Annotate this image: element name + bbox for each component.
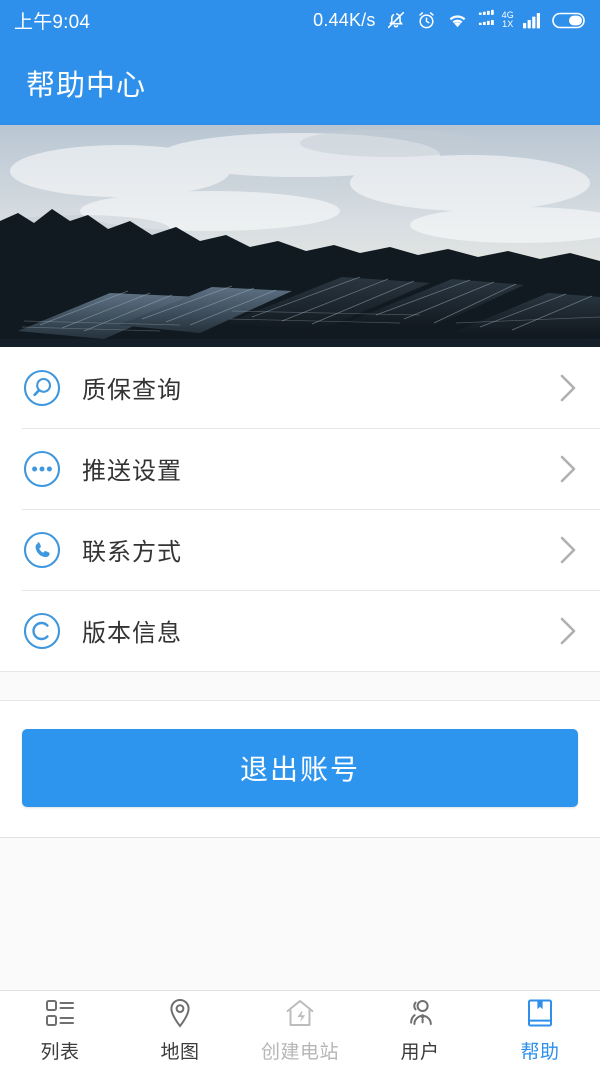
book-bookmark-icon xyxy=(521,994,559,1032)
tab-help[interactable]: 帮助 xyxy=(480,994,600,1064)
status-icons: 0.44K/s 4G 1X xyxy=(313,9,586,31)
chevron-right-icon xyxy=(558,371,578,405)
chevron-right-icon xyxy=(558,614,578,648)
network-speed: 0.44K/s xyxy=(313,9,376,30)
help-menu-list: 质保查询 推送设置 联系方式 版本信息 xyxy=(0,347,600,671)
tab-label: 帮助 xyxy=(520,1042,560,1063)
section-gap xyxy=(0,672,600,701)
page-header: 帮助中心 xyxy=(0,40,600,125)
bottom-tab-bar: 列表 地图 创建电站 用户 帮助 xyxy=(0,990,600,1067)
banner-image xyxy=(0,125,600,347)
users-info-icon xyxy=(401,994,439,1032)
page-title: 帮助中心 xyxy=(26,69,147,102)
tab-user[interactable]: 用户 xyxy=(360,994,480,1064)
tab-list[interactable]: 列表 xyxy=(0,994,120,1064)
logout-section: 退出账号 xyxy=(0,701,600,837)
chevron-right-icon xyxy=(558,533,578,567)
status-bar: 上午9:04 0.44K/s 4G 1X xyxy=(0,0,600,40)
tab-label: 创建电站 xyxy=(260,1042,339,1063)
chevron-right-icon xyxy=(558,452,578,486)
signal-4g-icon: 4G 1X xyxy=(478,9,514,31)
signal-bars-icon xyxy=(523,11,543,29)
wifi-icon xyxy=(446,10,469,30)
phone-circle-icon xyxy=(22,530,62,570)
tab-label: 地图 xyxy=(160,1042,200,1063)
menu-item-version[interactable]: 版本信息 xyxy=(0,590,600,671)
menu-item-label: 推送设置 xyxy=(82,458,182,485)
app-root: 上午9:04 0.44K/s 4G 1X 帮助中心 质保查询 推送设置 联系方式… xyxy=(0,0,600,1067)
tab-label: 用户 xyxy=(400,1042,440,1063)
menu-item-warranty[interactable]: 质保查询 xyxy=(0,347,600,428)
menu-item-push-settings[interactable]: 推送设置 xyxy=(0,428,600,509)
bell-muted-icon xyxy=(385,9,407,31)
search-circle-icon xyxy=(22,368,62,408)
map-pin-icon xyxy=(161,994,199,1032)
list-icon xyxy=(41,994,79,1032)
logout-button[interactable]: 退出账号 xyxy=(22,729,578,807)
menu-item-contact[interactable]: 联系方式 xyxy=(0,509,600,590)
tab-create-station[interactable]: 创建电站 xyxy=(240,994,360,1064)
copyright-circle-icon xyxy=(22,611,62,651)
solar-farm-illustration xyxy=(0,125,600,347)
home-bolt-icon xyxy=(281,994,319,1032)
menu-item-label: 质保查询 xyxy=(82,377,182,404)
tab-label: 列表 xyxy=(40,1042,80,1063)
battery-icon xyxy=(552,11,586,30)
status-time: 上午9:04 xyxy=(14,11,91,33)
menu-item-label: 联系方式 xyxy=(82,539,182,566)
menu-item-label: 版本信息 xyxy=(82,620,182,647)
alarm-clock-icon xyxy=(416,10,437,31)
page-filler xyxy=(0,838,600,1003)
dots-circle-icon xyxy=(22,449,62,489)
signal-label-secondary: 1X xyxy=(502,19,514,29)
tab-map[interactable]: 地图 xyxy=(120,994,240,1064)
